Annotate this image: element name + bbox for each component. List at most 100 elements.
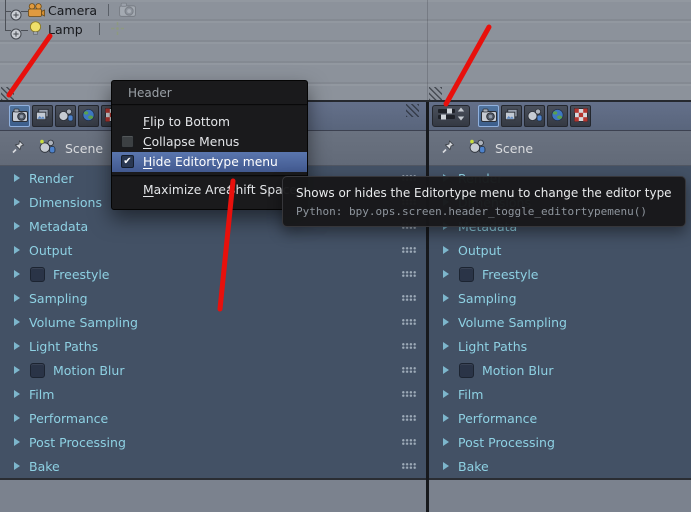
menu-title: Header [112, 81, 307, 104]
scene-balls-icon [527, 107, 543, 126]
panel-row[interactable]: Freestyle [429, 262, 691, 286]
disclosure-triangle-icon [14, 222, 20, 230]
tab-scene[interactable] [524, 105, 545, 127]
panel-row[interactable]: Light Paths [0, 334, 426, 358]
tab-render[interactable] [478, 105, 499, 127]
top-area-divider[interactable] [427, 0, 428, 100]
panel-row[interactable]: Volume Sampling [0, 310, 426, 334]
grip-dots-icon[interactable] [402, 319, 417, 325]
panel-row[interactable]: Output [0, 238, 426, 262]
grip-dots-icon[interactable] [402, 295, 417, 301]
panel-checkbox[interactable] [30, 363, 45, 378]
panel-row[interactable]: Film [429, 382, 691, 406]
breadcrumb-label[interactable]: Scene [495, 141, 533, 156]
panel-row[interactable]: Motion Blur [0, 358, 426, 382]
breadcrumb-label[interactable]: Scene [65, 141, 103, 156]
panel-row[interactable]: Volume Sampling [429, 310, 691, 334]
disclosure-triangle-icon [443, 462, 449, 470]
scene-balls-icon [58, 107, 74, 126]
menu-item[interactable]: Collapse Menus [112, 132, 307, 152]
panel-row[interactable]: Performance [429, 406, 691, 430]
stacked-images-icon [504, 107, 519, 126]
panel-row[interactable]: Bake [429, 454, 691, 478]
panel-row[interactable]: Light Paths [429, 334, 691, 358]
grip-dots-icon[interactable] [402, 367, 417, 373]
panel-row[interactable]: Sampling [429, 286, 691, 310]
grip-dots-icon[interactable] [402, 343, 417, 349]
area-footer [429, 478, 691, 512]
panel-label: Dimensions [29, 195, 102, 210]
panel-label: Freestyle [482, 267, 539, 282]
expand-toggle-icon[interactable] [10, 25, 22, 44]
expand-toggle-icon[interactable] [10, 6, 22, 25]
camera-icon [12, 107, 28, 126]
scene-balls-icon [469, 139, 486, 158]
panel-row[interactable]: Motion Blur [429, 358, 691, 382]
stacked-images-icon [35, 107, 50, 126]
editor-type-button[interactable] [432, 105, 470, 127]
checkbox-unchecked-icon[interactable] [121, 135, 134, 148]
panel-row[interactable]: Sampling [0, 286, 426, 310]
grip-dots-icon[interactable] [402, 415, 417, 421]
panel-checkbox[interactable] [459, 267, 474, 282]
tab-scene[interactable] [55, 105, 76, 127]
panel-label: Motion Blur [53, 363, 124, 378]
panel-row[interactable]: Output [429, 238, 691, 262]
properties-tabs [9, 105, 122, 127]
grip-dots-icon[interactable] [402, 271, 417, 277]
grip-dots-icon[interactable] [402, 391, 417, 397]
area-divider[interactable] [426, 102, 429, 512]
outliner-item-camera[interactable]: Camera [48, 3, 97, 18]
globe-icon [550, 107, 565, 126]
disclosure-triangle-icon [14, 414, 20, 422]
panel-label: Output [29, 243, 72, 258]
panel-label: Render [29, 171, 74, 186]
tab-render-layers[interactable] [32, 105, 53, 127]
pin-icon[interactable] [10, 139, 27, 159]
panel-row[interactable]: Post Processing [0, 430, 426, 454]
menu-item[interactable]: Maximize Area Shift Space [112, 180, 307, 200]
checkbox-checked-icon[interactable] [121, 155, 134, 168]
tab-render-layers[interactable] [501, 105, 522, 127]
tab-world[interactable] [547, 105, 568, 127]
tab-world[interactable] [78, 105, 99, 127]
area-corner-handle[interactable] [429, 87, 442, 100]
grip-dots-icon[interactable] [402, 463, 417, 469]
properties-editor-right: Scene Render Dimensions [429, 102, 691, 512]
grip-dots-icon[interactable] [402, 439, 417, 445]
properties-editor-selector-icon [436, 106, 466, 126]
panel-row[interactable]: Post Processing [429, 430, 691, 454]
panel-label: Film [29, 387, 54, 402]
panel-row[interactable]: Film [0, 382, 426, 406]
panel-label: Performance [29, 411, 108, 426]
menu-item[interactable]: Hide Editortype menu [112, 152, 307, 172]
tab-render[interactable] [9, 105, 30, 127]
outliner-area: Camera Lamp [0, 0, 691, 102]
disclosure-triangle-icon [14, 390, 20, 398]
panel-label: Post Processing [29, 435, 126, 450]
disclosure-triangle-icon [14, 198, 20, 206]
scene-balls-icon [39, 139, 56, 158]
pin-icon[interactable] [440, 139, 457, 159]
menu-item[interactable]: Flip to Bottom [112, 112, 307, 132]
panel-label: Output [458, 243, 501, 258]
panel-label: Light Paths [29, 339, 98, 354]
panel-checkbox[interactable] [30, 267, 45, 282]
disclosure-triangle-icon [14, 366, 20, 374]
panel-label: Metadata [29, 219, 88, 234]
tab-texture[interactable] [570, 105, 591, 127]
ghost-camera-icon[interactable] [119, 2, 136, 21]
menu-item-label: Collapse Menus [143, 135, 239, 149]
area-corner-handle[interactable] [406, 104, 419, 117]
outliner-item-lamp[interactable]: Lamp [48, 22, 83, 37]
properties-tabs [478, 105, 591, 127]
panel-checkbox[interactable] [459, 363, 474, 378]
panel-row[interactable]: Freestyle [0, 262, 426, 286]
grip-dots-icon[interactable] [402, 247, 417, 253]
panel-row[interactable]: Bake [0, 454, 426, 478]
disclosure-triangle-icon [14, 438, 20, 446]
ghost-empty-axes-icon[interactable] [110, 21, 125, 40]
area-corner-handle[interactable] [1, 87, 14, 100]
panel-row[interactable]: Performance [0, 406, 426, 430]
disclosure-triangle-icon [443, 270, 449, 278]
